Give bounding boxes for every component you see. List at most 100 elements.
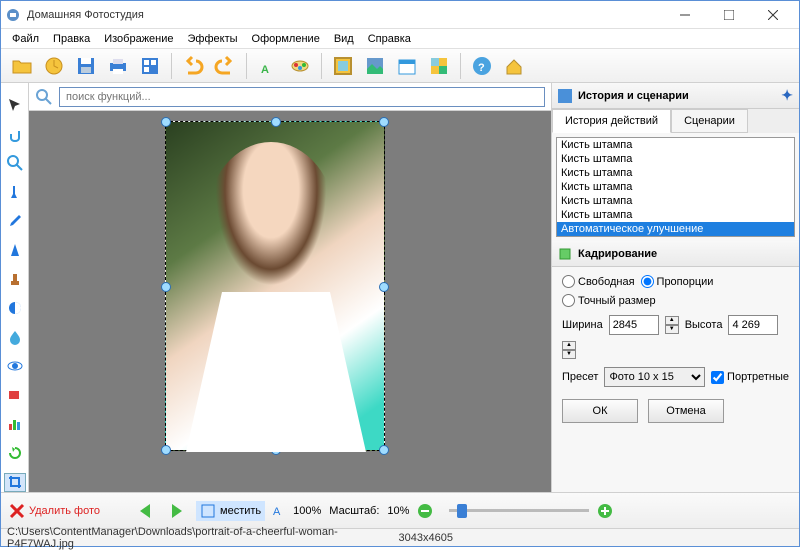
collage-button[interactable] [424, 51, 454, 81]
preset-label: Пресет [562, 371, 598, 383]
menu-decoration[interactable]: Оформление [245, 31, 327, 47]
crop-mode-row: Свободная Пропорции Точный размер [562, 275, 789, 307]
zoom-out-button[interactable] [417, 503, 433, 519]
delete-photo-button[interactable]: Удалить фото [9, 503, 100, 519]
menu-effects[interactable]: Эффекты [181, 31, 245, 47]
history-item-selected[interactable]: Автоматическое улучшение [557, 222, 794, 236]
menu-edit[interactable]: Правка [46, 31, 97, 47]
bottom-bar: Удалить фото местить A 100% Масштаб: 10% [1, 492, 799, 528]
history-item[interactable]: Кисть штампа [557, 180, 794, 194]
rotate-tool[interactable] [4, 444, 26, 463]
crop-handle-se[interactable] [379, 445, 389, 455]
search-input[interactable] [59, 87, 545, 107]
hand-tool[interactable] [4, 124, 26, 143]
crop-handle-e[interactable] [379, 282, 389, 292]
hundred-button[interactable]: A 100% [273, 503, 321, 519]
width-spinner[interactable]: ▲▼ [665, 316, 679, 334]
history-item[interactable]: Кисть штампа [557, 138, 794, 152]
contrast-tool[interactable] [4, 298, 26, 317]
crop-handle-ne[interactable] [379, 117, 389, 127]
menu-file[interactable]: Файл [5, 31, 46, 47]
svg-text:?: ? [478, 62, 485, 74]
crop-handle-sw[interactable] [161, 445, 171, 455]
sharpen-tool[interactable] [4, 240, 26, 259]
brush-tool[interactable] [4, 182, 26, 201]
zoom-slider[interactable] [449, 509, 589, 512]
redo-button[interactable] [210, 51, 240, 81]
canvas[interactable] [29, 111, 551, 492]
help-button[interactable]: ? [467, 51, 497, 81]
crop-handle-s[interactable] [271, 445, 281, 455]
zoom-in-button[interactable] [597, 503, 613, 519]
height-spinner[interactable]: ▲▼ [562, 341, 576, 359]
collapse-icon[interactable]: ✦ [781, 87, 793, 104]
tab-scenarios[interactable]: Сценарии [671, 109, 748, 133]
panel-tabs: История действий Сценарии [552, 109, 799, 133]
radio-free[interactable]: Свободная [562, 275, 635, 288]
tab-history[interactable]: История действий [552, 109, 671, 133]
pointer-tool[interactable] [4, 95, 26, 114]
svg-text:A: A [273, 506, 281, 518]
height-label: Высота [685, 319, 723, 331]
maximize-button[interactable] [707, 2, 751, 28]
crop-tool[interactable] [4, 473, 26, 492]
tool-palette [1, 83, 29, 492]
home-button[interactable] [499, 51, 529, 81]
history-item[interactable]: Кисть штампа [557, 152, 794, 166]
history-item[interactable]: Кисть штампа [557, 166, 794, 180]
text-button[interactable]: A [253, 51, 283, 81]
menu-image[interactable]: Изображение [97, 31, 180, 47]
minimize-button[interactable] [663, 2, 707, 28]
catalog-button[interactable] [135, 51, 165, 81]
delete-icon [9, 503, 25, 519]
effects-button[interactable] [285, 51, 315, 81]
blur-tool[interactable] [4, 327, 26, 346]
history-item[interactable]: Кисть штампа [557, 194, 794, 208]
crop-handle-nw[interactable] [161, 117, 171, 127]
statusbar: C:\Users\ContentManager\Downloads\portra… [1, 528, 799, 546]
print-button[interactable] [103, 51, 133, 81]
status-path: C:\Users\ContentManager\Downloads\portra… [7, 526, 399, 550]
fit-button[interactable]: местить [196, 501, 265, 521]
app-icon [5, 7, 21, 23]
open-button[interactable] [7, 51, 37, 81]
zoom-tool[interactable] [4, 153, 26, 172]
recent-button[interactable] [39, 51, 69, 81]
search-icon [35, 88, 53, 106]
stamp-tool[interactable] [4, 269, 26, 288]
save-button[interactable] [71, 51, 101, 81]
calendar-button[interactable] [392, 51, 422, 81]
history-list[interactable]: Кисть штампа Кисть штампа Кисть штампа К… [556, 137, 795, 237]
history-panel-header: История и сценарии ✦ [552, 83, 799, 109]
crop-handle-w[interactable] [161, 282, 171, 292]
cancel-button[interactable]: Отмена [648, 399, 724, 423]
history-item[interactable]: Кисть штампа [557, 208, 794, 222]
menu-view[interactable]: Вид [327, 31, 361, 47]
width-input[interactable] [609, 315, 659, 335]
crop-handle-n[interactable] [271, 117, 281, 127]
svg-text:A: A [261, 64, 269, 76]
crop-panel-title: Кадрирование [578, 248, 657, 260]
status-dimensions: 3043x4605 [399, 532, 793, 544]
preset-select[interactable]: Фото 10 x 15 [604, 367, 705, 387]
radio-exact[interactable]: Точный размер [562, 294, 656, 307]
window-title: Домашняя Фотостудия [27, 9, 663, 21]
undo-button[interactable] [178, 51, 208, 81]
search-bar [29, 83, 551, 111]
redeye-tool[interactable] [4, 356, 26, 375]
ok-button[interactable]: ОК [562, 399, 638, 423]
layers-tool[interactable] [4, 385, 26, 404]
next-button[interactable] [166, 502, 188, 520]
scale-label: Масштаб: [329, 505, 379, 517]
levels-tool[interactable] [4, 415, 26, 434]
photo-with-crop[interactable] [165, 121, 385, 451]
radio-proportions[interactable]: Пропорции [641, 275, 714, 288]
prev-button[interactable] [136, 502, 158, 520]
height-input[interactable] [728, 315, 778, 335]
frames-button[interactable] [328, 51, 358, 81]
masks-button[interactable] [360, 51, 390, 81]
close-button[interactable] [751, 2, 795, 28]
eyedropper-tool[interactable] [4, 211, 26, 230]
portrait-checkbox[interactable]: Портретные [711, 371, 789, 384]
menu-help[interactable]: Справка [361, 31, 418, 47]
